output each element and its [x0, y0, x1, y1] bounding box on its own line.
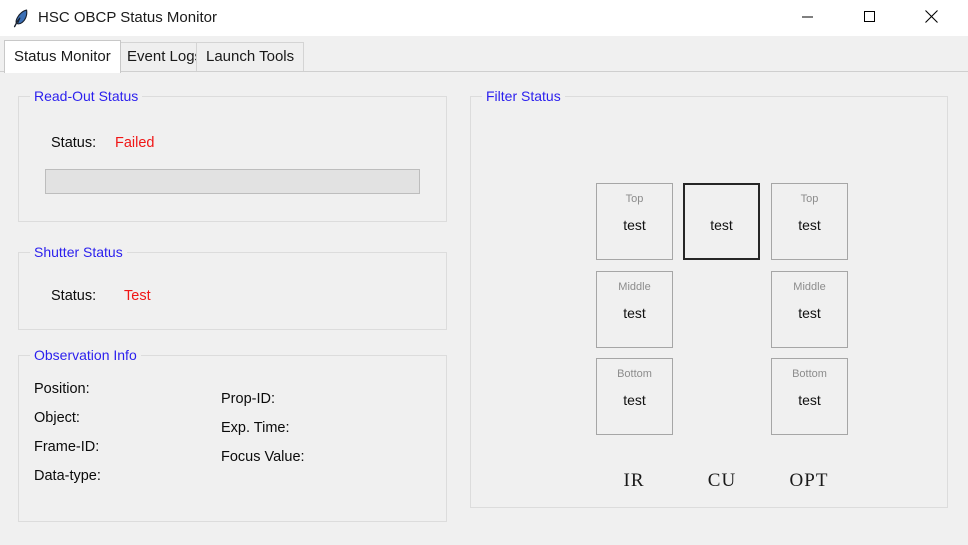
tab-bar: Status Monitor Event Logs Launch Tools: [0, 36, 968, 73]
filter-box-position-label: Middle: [618, 281, 651, 293]
filter-box-name-label: test: [623, 305, 646, 321]
filter-box-position-label: Middle: [793, 281, 826, 293]
filter-box-position-label: Top: [800, 193, 819, 205]
observation-info-title: Observation Info: [30, 347, 141, 363]
filter-box-name-label: test: [710, 217, 733, 233]
minimize-button[interactable]: [784, 0, 830, 32]
tab-launch-tools[interactable]: Launch Tools: [196, 42, 305, 72]
filter-box-opt-top[interactable]: Top test: [771, 183, 848, 260]
observation-info-group: Observation Info Position: Object: Frame…: [18, 347, 447, 522]
observation-label-position: Position:: [34, 381, 90, 397]
shutter-status-value: Test: [124, 288, 151, 304]
title-bar: HSC OBCP Status Monitor: [0, 0, 968, 37]
shutter-status-title: Shutter Status: [30, 244, 127, 260]
observation-label-exp-time: Exp. Time:: [221, 420, 290, 436]
window-title: HSC OBCP Status Monitor: [38, 9, 217, 26]
filter-box-ir-top[interactable]: Top test: [596, 183, 673, 260]
read-out-status-group: Read-Out Status Status: Failed: [18, 88, 447, 222]
filter-box-opt-middle[interactable]: Middle test: [771, 271, 848, 348]
filter-box-cu-selected[interactable]: test: [683, 183, 760, 260]
observation-label-data-type: Data-type:: [34, 468, 101, 484]
filter-box-ir-middle[interactable]: Middle test: [596, 271, 673, 348]
tab-status-monitor[interactable]: Status Monitor: [4, 40, 121, 73]
filter-box-opt-bottom[interactable]: Bottom test: [771, 358, 848, 435]
read-out-progress-bar: [45, 169, 420, 194]
filter-column-label-ir: IR: [623, 470, 645, 491]
maximize-icon: [863, 10, 875, 22]
filter-column-label-opt: OPT: [789, 470, 829, 491]
filter-status-group: Filter Status Top test Middle test Botto…: [470, 88, 948, 508]
filter-status-title: Filter Status: [482, 88, 565, 104]
read-out-status-title: Read-Out Status: [30, 88, 143, 104]
filter-box-name-label: test: [623, 392, 646, 408]
observation-label-focus-value: Focus Value:: [221, 449, 305, 465]
filter-box-position-label: Top: [625, 193, 644, 205]
filter-box-name-label: test: [798, 305, 821, 321]
observation-label-object: Object:: [34, 410, 80, 426]
read-out-status-value: Failed: [115, 135, 155, 151]
observation-label-prop-id: Prop-ID:: [221, 391, 275, 407]
shutter-status-group: Shutter Status Status: Test: [18, 244, 447, 330]
app-window: HSC OBCP Status Monitor Status Monitor E…: [0, 0, 968, 545]
close-icon: [924, 9, 938, 23]
filter-box-ir-bottom[interactable]: Bottom test: [596, 358, 673, 435]
status-monitor-panel: Read-Out Status Status: Failed Shutter S…: [0, 71, 968, 545]
filter-box-name-label: test: [798, 392, 821, 408]
feather-icon: [13, 9, 28, 28]
maximize-button[interactable]: [846, 0, 892, 32]
filter-column-label-cu: CU: [707, 470, 737, 491]
shutter-status-label: Status:: [51, 288, 97, 304]
filter-box-name-label: test: [623, 217, 646, 233]
filter-box-name-label: test: [798, 217, 821, 233]
observation-label-frame-id: Frame-ID:: [34, 439, 100, 455]
close-button[interactable]: [908, 0, 954, 32]
filter-box-position-label: Bottom: [792, 368, 827, 380]
minimize-icon: [801, 16, 813, 17]
filter-box-position-label: Bottom: [617, 368, 652, 380]
read-out-status-label: Status:: [51, 135, 97, 151]
